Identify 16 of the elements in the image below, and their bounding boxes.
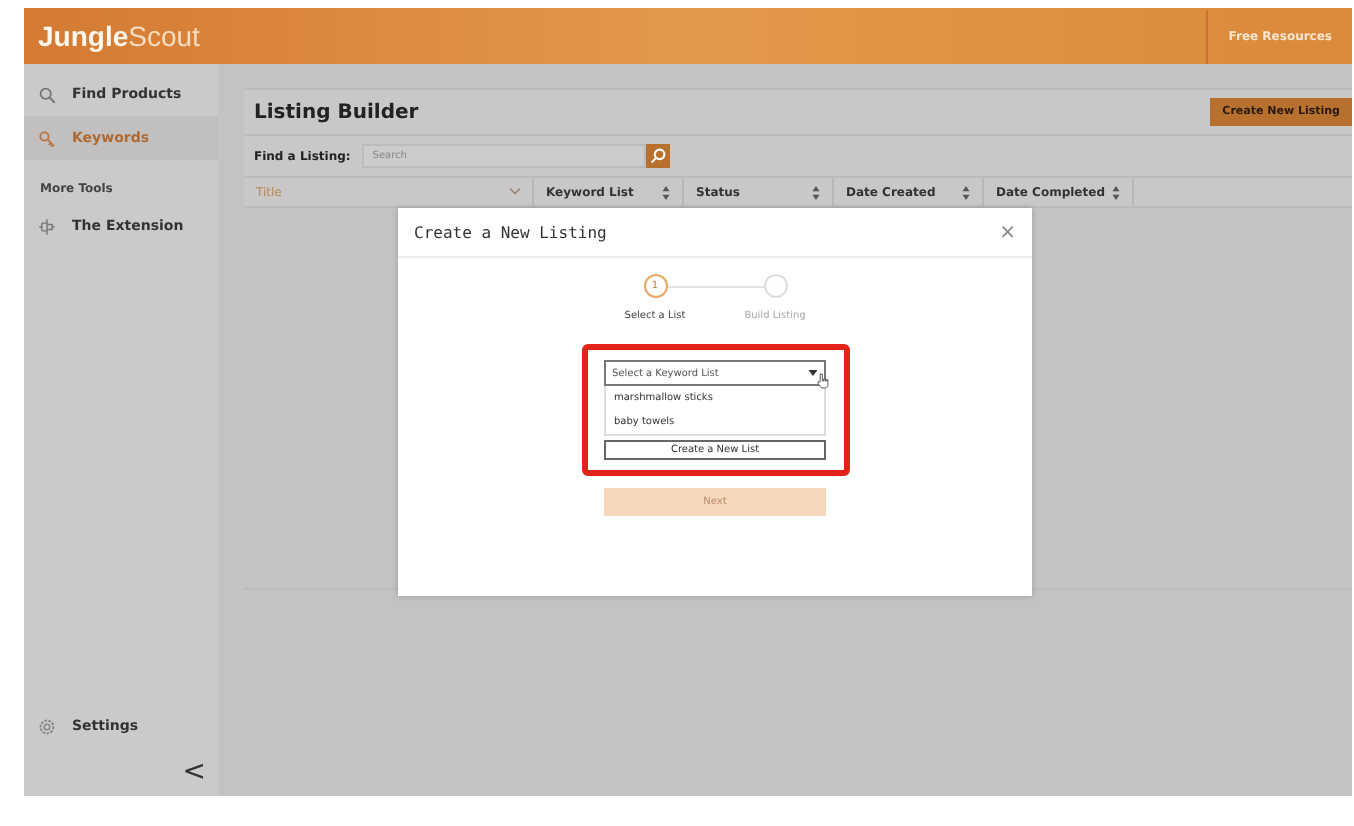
sort-icon [812, 185, 820, 199]
sort-icon [1112, 185, 1120, 199]
dialog-title: Create a New Listing [414, 223, 607, 241]
sort-icon [962, 185, 970, 199]
collapse-button[interactable]: < [182, 756, 206, 788]
key-icon [38, 129, 56, 147]
settings-icon [38, 717, 56, 735]
logo: JungleScout [36, 20, 200, 52]
close-button[interactable]: × [999, 221, 1016, 243]
search-button[interactable] [646, 144, 671, 168]
sort-icon [662, 185, 670, 199]
extension-icon [38, 217, 56, 235]
caret-icon [808, 370, 818, 376]
caret-icon [510, 188, 520, 196]
page-title: Listing Builder [254, 101, 419, 123]
search-icon [38, 85, 56, 103]
